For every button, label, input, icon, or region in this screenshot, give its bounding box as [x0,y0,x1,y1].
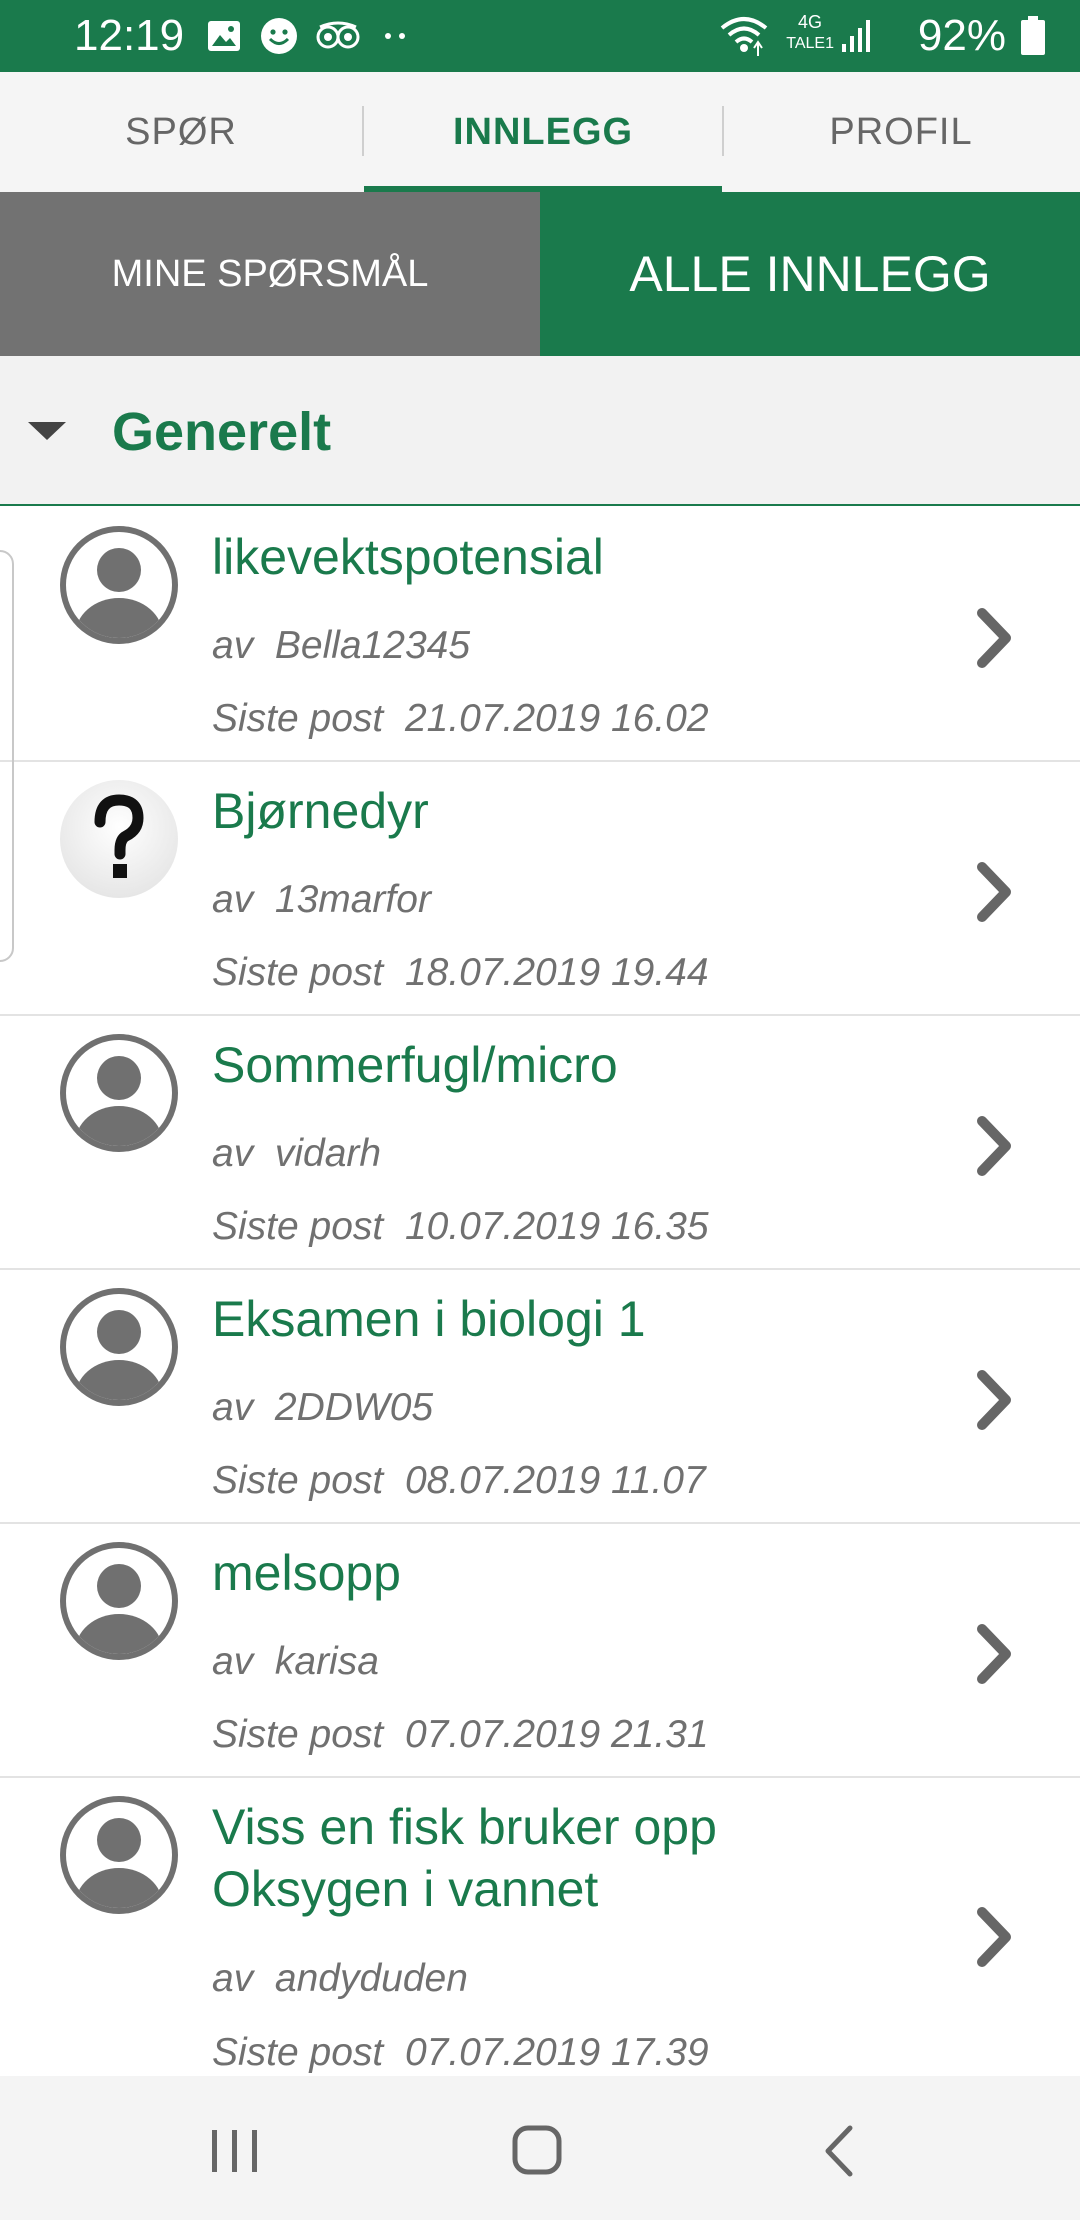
alle-innlegg-button[interactable]: ALLE INNLEGG [540,192,1080,356]
network-type: 4G [797,12,822,32]
post-author-line: av karisa [212,1639,379,1685]
last-post-label: Siste post [212,2031,384,2074]
image-icon [208,21,240,51]
post-title[interactable]: likevektspotensial [212,526,604,588]
wifi-icon [720,17,768,56]
last-post-label: Siste post [212,697,384,740]
author-prefix: av [212,878,254,921]
post-list: likevektspotensial av Bella12345 Siste p… [0,508,1080,2076]
post-title[interactable]: melsopp [212,1542,401,1604]
recent-apps-icon[interactable] [190,2106,280,2196]
post-row[interactable]: Viss en fisk bruker opp Oksygen i vannet… [0,1778,1080,2076]
post-author-line: av Bella12345 [212,623,470,669]
post-title-line-1[interactable]: Viss en fisk bruker opp [212,1796,717,1858]
post-author-line: av 2DDW05 [212,1385,433,1431]
post-title[interactable]: Bjørnedyr [212,780,429,842]
last-post-time: 21.07.2019 16.02 [404,697,709,740]
user-avatar-icon [60,526,178,644]
mine-sporsmal-button[interactable]: MINE SPØRSMÅL [0,192,540,356]
navigation-bar [0,2076,1080,2220]
last-post-time: 10.07.2019 16.35 [404,1205,709,1248]
user-avatar-icon [60,1288,178,1406]
last-post-time: 08.07.2019 11.07 [404,1459,706,1502]
post-author: andyduden [274,1957,468,2000]
section-header[interactable]: Generelt [0,356,1080,506]
post-row[interactable]: melsopp av karisa Siste post 07.07.2019 … [0,1524,1080,1778]
edge-panel-handle[interactable] [0,550,14,962]
user-avatar-icon [60,1542,178,1660]
status-time: 12:19 [74,11,185,60]
author-prefix: av [212,1132,254,1175]
tab-spor[interactable]: SPØR [0,72,362,192]
carrier-label: TALE1 [786,35,834,52]
last-post-label: Siste post [212,1205,384,1248]
post-row[interactable]: Sommerfugl/micro av vidarh Siste post 10… [0,1016,1080,1270]
chevron-right-icon[interactable] [970,1365,1020,1435]
post-last-line: Siste post 21.07.2019 16.02 [212,696,709,742]
chevron-right-icon[interactable] [970,603,1020,673]
battery-icon [1021,16,1045,55]
author-prefix: av [212,1386,254,1429]
last-post-time: 07.07.2019 21.31 [404,1713,709,1756]
tab-label: PROFIL [829,110,973,153]
more-dots-icon [385,33,405,39]
battery-percent: 92% [917,11,1006,60]
post-author-line: av andyduden [212,1956,468,2002]
smiley-icon [261,18,297,54]
post-author-line: av 13marfor [212,877,431,923]
chevron-right-icon[interactable] [970,1902,1020,1972]
post-last-line: Siste post 07.07.2019 21.31 [212,1712,709,1758]
chevron-right-icon[interactable] [970,1619,1020,1689]
post-author: 2DDW05 [274,1386,434,1429]
question-mark-icon [60,780,178,898]
author-prefix: av [212,1957,254,2000]
post-last-line: Siste post 08.07.2019 11.07 [212,1458,706,1504]
last-post-label: Siste post [212,1713,384,1756]
top-tab-bar: SPØR INNLEGG PROFIL [0,72,1080,192]
caret-down-icon[interactable] [28,422,66,440]
post-row[interactable]: likevektspotensial av Bella12345 Siste p… [0,508,1080,762]
notification-icons [206,14,412,58]
last-post-time: 07.07.2019 17.39 [404,2031,709,2074]
tab-innlegg[interactable]: INNLEGG [362,72,724,192]
user-avatar-icon [60,1034,178,1152]
signal-icon [842,20,870,52]
post-title-line-2[interactable]: Oksygen i vannet [212,1858,598,1920]
back-icon[interactable] [796,2106,886,2196]
post-author: karisa [274,1640,379,1683]
user-avatar-icon [60,1796,178,1914]
post-last-line: Siste post 10.07.2019 16.35 [212,1204,709,1250]
last-post-time: 18.07.2019 19.44 [404,951,709,994]
tab-profil[interactable]: PROFIL [722,72,1080,192]
section-title: Generelt [112,402,332,462]
post-row[interactable]: Bjørnedyr av 13marfor Siste post 18.07.2… [0,762,1080,1016]
last-post-label: Siste post [212,951,384,994]
status-bar: 12:19 4G TALE1 92% [0,0,1080,72]
author-prefix: av [212,1640,254,1683]
post-author: vidarh [274,1132,382,1175]
post-author-line: av vidarh [212,1131,381,1177]
post-author: Bella12345 [274,624,471,667]
home-icon[interactable] [492,2106,582,2196]
tab-label: SPØR [125,110,237,153]
post-author: 13marfor [274,878,431,921]
chevron-right-icon[interactable] [970,1111,1020,1181]
post-title[interactable]: Sommerfugl/micro [212,1034,618,1096]
last-post-label: Siste post [212,1459,384,1502]
chevron-right-icon[interactable] [970,857,1020,927]
segment-control: MINE SPØRSMÅL ALLE INNLEGG [0,192,1080,356]
post-last-line: Siste post 07.07.2019 17.39 [212,2030,709,2076]
author-prefix: av [212,624,254,667]
post-title[interactable]: Eksamen i biologi 1 [212,1288,646,1350]
post-last-line: Siste post 18.07.2019 19.44 [212,950,709,996]
owl-icon [316,21,360,49]
post-row[interactable]: Eksamen i biologi 1 av 2DDW05 Siste post… [0,1270,1080,1524]
tab-label: INNLEGG [452,110,634,153]
